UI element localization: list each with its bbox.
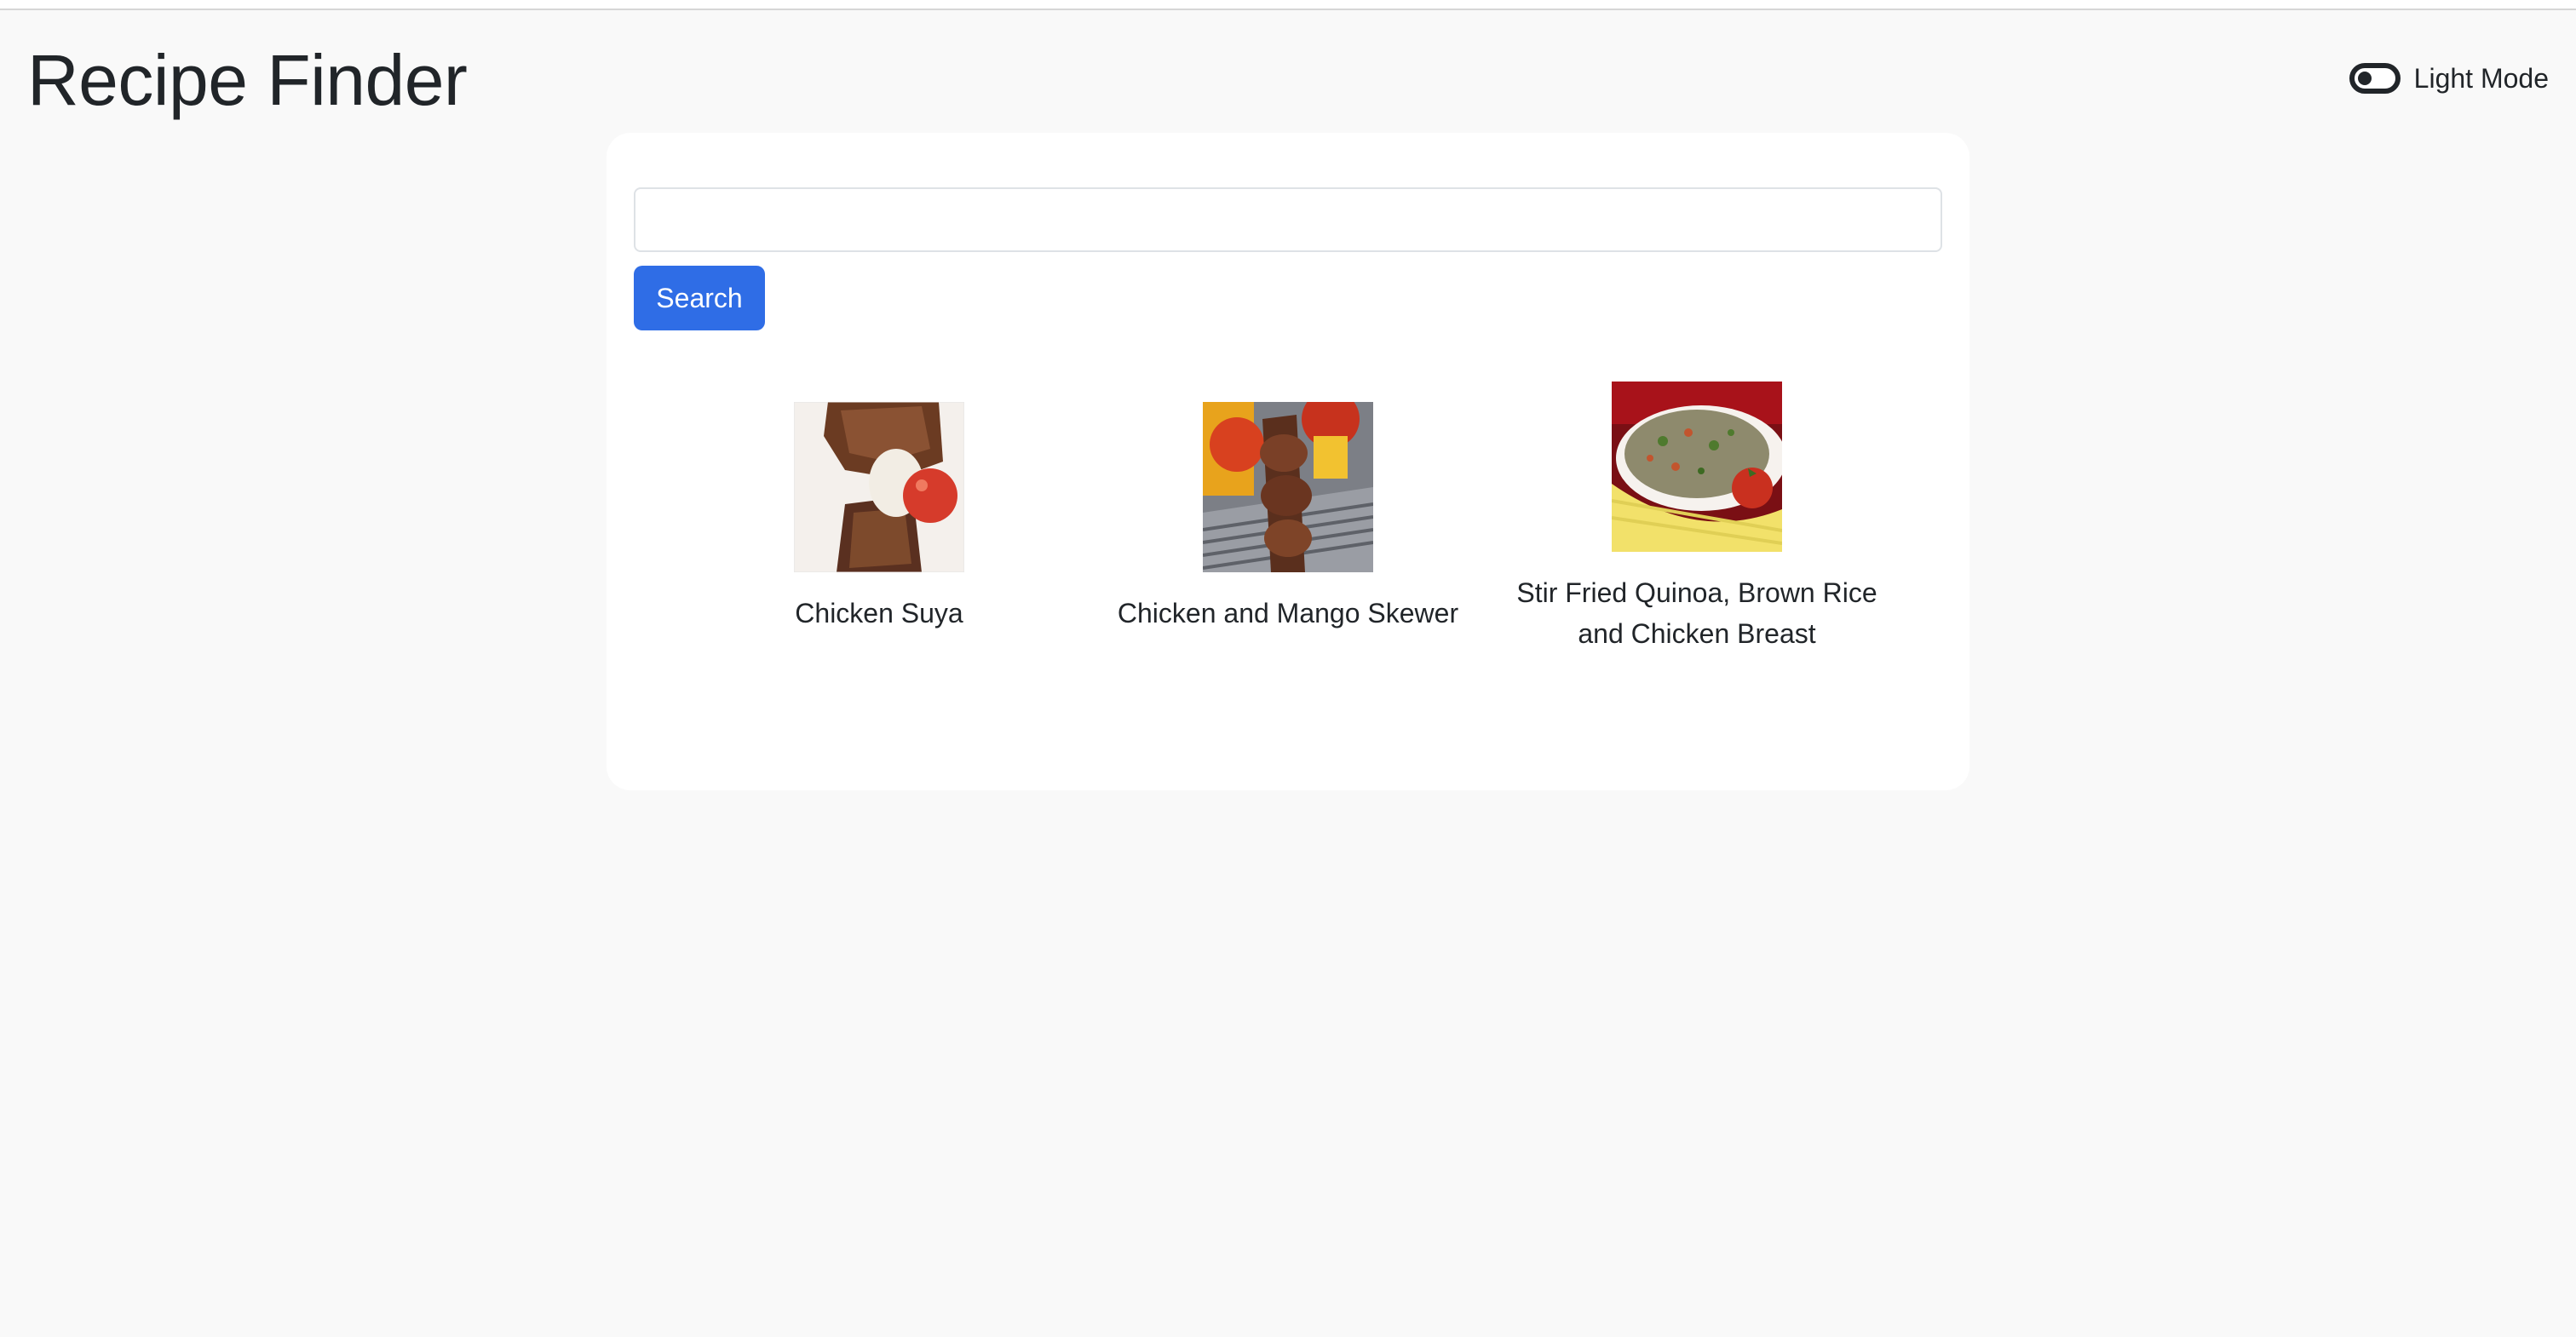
skewer-thumbnail: [1203, 402, 1373, 572]
results-grid: Chicken Suya Chicken and Mango Skewer St…: [607, 382, 1969, 654]
window-top-edge: [0, 0, 2576, 10]
theme-toggle[interactable]: Light Mode: [2349, 61, 2549, 95]
recipe-card[interactable]: Stir Fried Quinoa, Brown Rice and Chicke…: [1492, 382, 1901, 654]
recipe-card[interactable]: Chicken Suya: [675, 402, 1084, 634]
recipe-card[interactable]: Chicken and Mango Skewer: [1084, 402, 1492, 634]
quinoa-bowl-thumbnail: [1612, 382, 1782, 552]
toggle-knob: [2357, 72, 2372, 85]
page-title: Recipe Finder: [27, 40, 468, 120]
theme-toggle-label: Light Mode: [2413, 63, 2549, 94]
toggle-switch[interactable]: [2349, 63, 2401, 94]
recipe-name[interactable]: Stir Fried Quinoa, Brown Rice and Chicke…: [1509, 572, 1884, 654]
search-input[interactable]: [634, 187, 1942, 252]
grilled-chicken-thumbnail: [794, 402, 964, 572]
recipe-name[interactable]: Chicken and Mango Skewer: [1101, 593, 1475, 634]
search-card: Search Chicken Suya Chicken and Mango Sk…: [607, 133, 1969, 790]
search-button[interactable]: Search: [634, 266, 765, 330]
recipe-name[interactable]: Chicken Suya: [692, 593, 1067, 634]
